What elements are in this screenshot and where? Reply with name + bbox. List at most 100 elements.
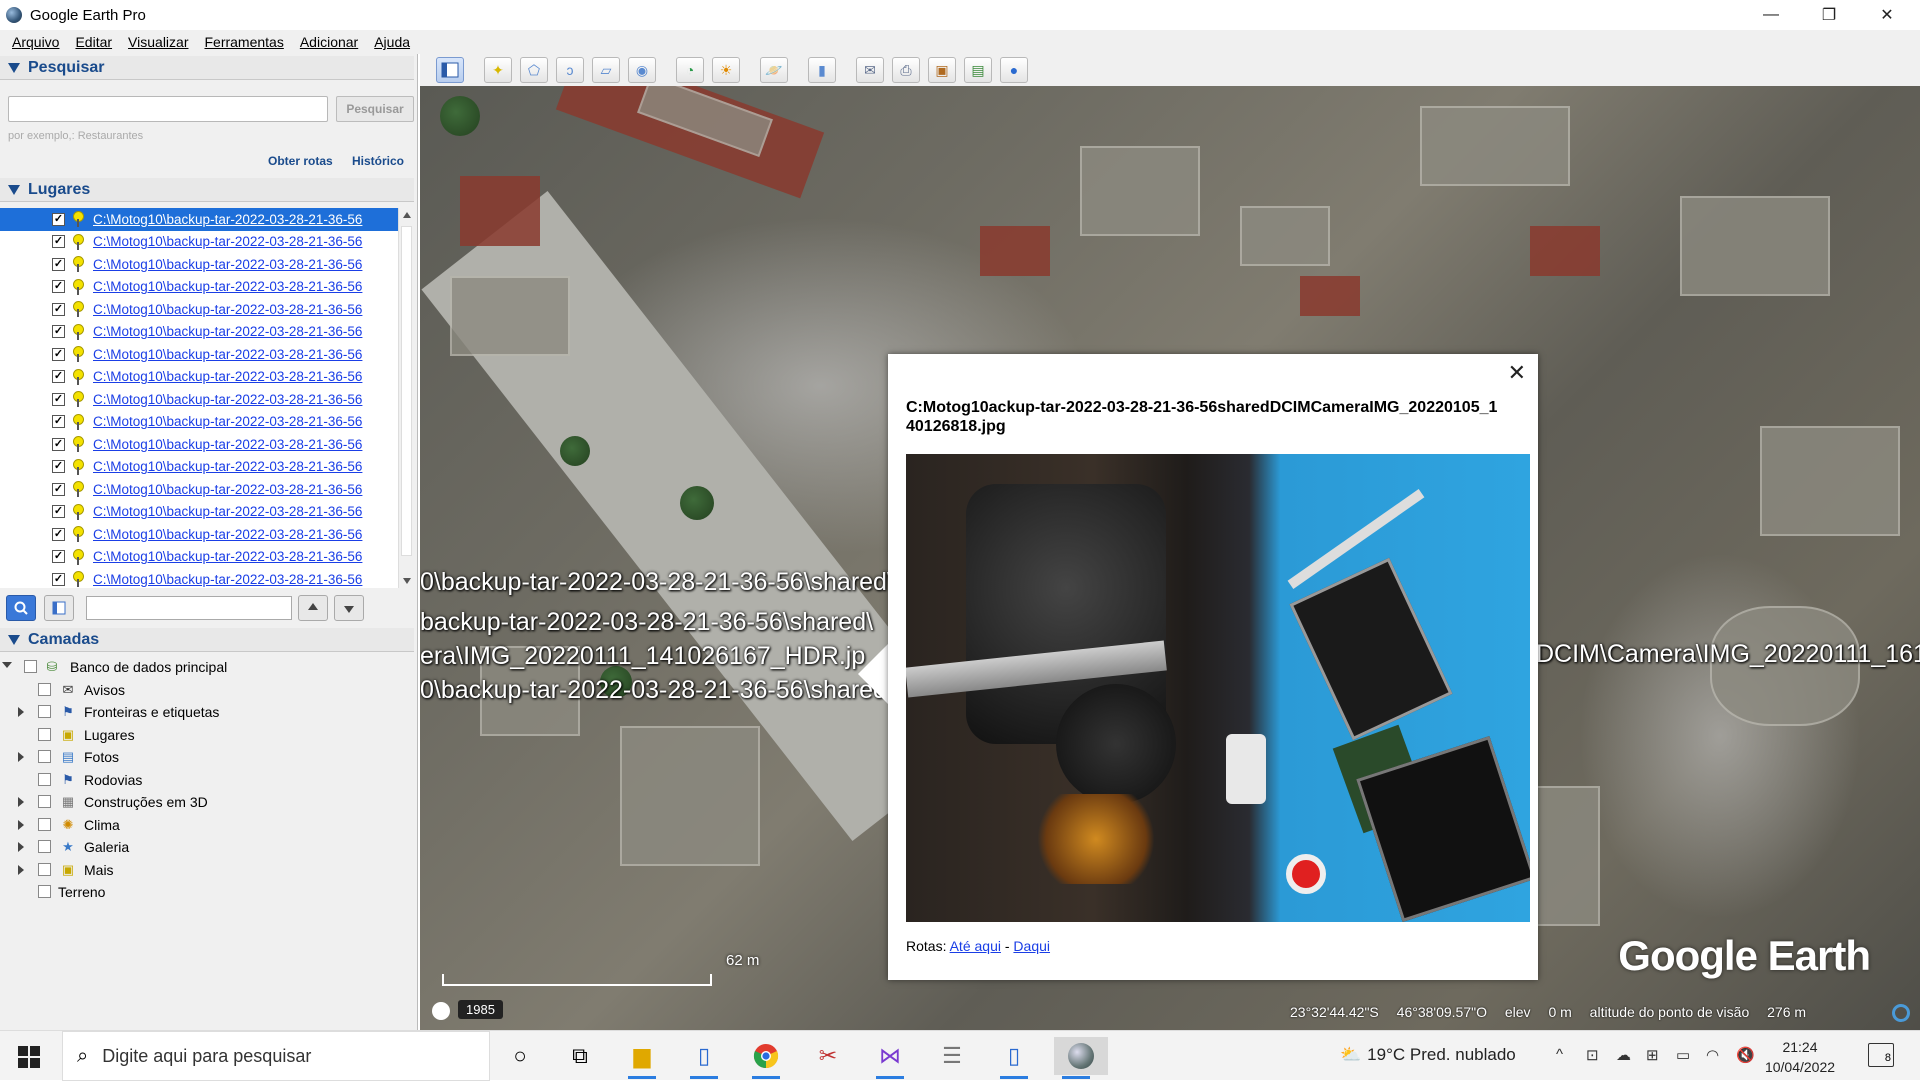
layer-item[interactable]: ⚑ Rodovias bbox=[0, 769, 414, 792]
place-link[interactable]: C:\Motog10\backup-tar-2022-03-28-21-36-5… bbox=[93, 324, 391, 339]
switch-planet-button[interactable]: 🪐 bbox=[760, 57, 788, 83]
layer-checkbox[interactable] bbox=[38, 885, 51, 898]
show-panel-button[interactable] bbox=[44, 595, 74, 621]
place-link[interactable]: C:\Motog10\backup-tar-2022-03-28-21-36-5… bbox=[93, 572, 391, 587]
place-checkbox[interactable]: ✓ bbox=[52, 505, 65, 519]
place-link[interactable]: C:\Motog10\backup-tar-2022-03-28-21-36-5… bbox=[93, 279, 391, 294]
add-path-button[interactable]: ↄ bbox=[556, 57, 584, 83]
add-overlay-button[interactable]: ▱ bbox=[592, 57, 620, 83]
place-item[interactable]: ✓ C:\Motog10\backup-tar-2022-03-28-21-36-… bbox=[0, 253, 414, 276]
place-item[interactable]: ✓ C:\Motog10\backup-tar-2022-03-28-21-36-… bbox=[0, 568, 414, 588]
place-link[interactable]: C:\Motog10\backup-tar-2022-03-28-21-36-5… bbox=[93, 482, 391, 497]
search-input[interactable] bbox=[8, 96, 328, 122]
directions-from-here-link[interactable]: Daqui bbox=[1013, 938, 1050, 954]
layer-item[interactable]: ★ Galeria bbox=[0, 836, 414, 859]
place-item[interactable]: ✓ C:\Motog10\backup-tar-2022-03-28-21-36-… bbox=[0, 456, 414, 479]
place-checkbox[interactable]: ✓ bbox=[52, 280, 65, 294]
place-link[interactable]: C:\Motog10\backup-tar-2022-03-28-21-36-5… bbox=[93, 302, 391, 317]
layer-checkbox[interactable] bbox=[38, 772, 51, 786]
expand-right-icon[interactable] bbox=[18, 819, 24, 830]
place-item[interactable]: ✓ C:\Motog10\backup-tar-2022-03-28-21-36-… bbox=[0, 366, 414, 389]
place-item[interactable]: ✓ C:\Motog10\backup-tar-2022-03-28-21-36-… bbox=[0, 231, 414, 254]
search-panel-header[interactable]: Pesquisar bbox=[0, 56, 414, 80]
save-image-button[interactable]: ▣ bbox=[928, 57, 956, 83]
layer-item[interactable]: Terreno bbox=[0, 881, 414, 904]
earth-view-button[interactable]: ● bbox=[1000, 57, 1028, 83]
expand-right-icon[interactable] bbox=[18, 797, 24, 807]
close-balloon-button[interactable]: ✕ bbox=[1508, 360, 1526, 386]
places-panel-header[interactable]: Lugares bbox=[0, 178, 414, 202]
place-link[interactable]: C:\Motog10\backup-tar-2022-03-28-21-36-5… bbox=[93, 414, 391, 429]
place-checkbox[interactable]: ✓ bbox=[52, 257, 65, 271]
scroll-down-arrow-icon[interactable] bbox=[403, 578, 411, 584]
place-link[interactable]: C:\Motog10\backup-tar-2022-03-28-21-36-5… bbox=[93, 504, 391, 519]
get-directions-link[interactable]: Obter rotas bbox=[268, 154, 333, 168]
record-tour-button[interactable]: ◉ bbox=[628, 57, 656, 83]
place-checkbox[interactable]: ✓ bbox=[52, 325, 65, 339]
layer-checkbox[interactable] bbox=[38, 750, 51, 763]
move-down-button[interactable] bbox=[334, 595, 364, 621]
place-checkbox[interactable]: ✓ bbox=[52, 437, 65, 451]
place-link[interactable]: C:\Motog10\backup-tar-2022-03-28-21-36-5… bbox=[93, 347, 391, 362]
menu-ajuda[interactable]: Ajuda bbox=[366, 34, 418, 50]
place-link[interactable]: C:\Motog10\backup-tar-2022-03-28-21-36-5… bbox=[93, 212, 391, 227]
layer-checkbox[interactable] bbox=[24, 660, 37, 673]
place-item[interactable]: ✓ C:\Motog10\backup-tar-2022-03-28-21-36-… bbox=[0, 388, 414, 411]
place-checkbox[interactable]: ✓ bbox=[52, 370, 65, 384]
taskbar-search[interactable]: ⌕ Digite aqui para pesquisar bbox=[62, 1031, 490, 1081]
layer-checkbox[interactable] bbox=[38, 705, 51, 718]
layer-item[interactable]: ⛁ Banco de dados principal bbox=[0, 656, 414, 679]
place-item[interactable]: ✓ C:\Motog10\backup-tar-2022-03-28-21-36-… bbox=[0, 411, 414, 434]
menu-visualizar[interactable]: Visualizar bbox=[120, 34, 196, 50]
place-item[interactable]: ✓ C:\Motog10\backup-tar-2022-03-28-21-36-… bbox=[0, 546, 414, 569]
place-item[interactable]: ✓ C:\Motog10\backup-tar-2022-03-28-21-36-… bbox=[0, 208, 414, 231]
search-places-button[interactable] bbox=[6, 595, 36, 621]
place-checkbox[interactable]: ✓ bbox=[52, 235, 65, 249]
places-filter-input[interactable] bbox=[86, 596, 292, 620]
volume-muted-icon[interactable]: 🔇 bbox=[1736, 1046, 1755, 1064]
history-link[interactable]: Histórico bbox=[352, 154, 404, 168]
navigation-ring-icon[interactable] bbox=[1892, 1004, 1910, 1022]
places-scrollbar[interactable] bbox=[398, 208, 414, 588]
expand-down-icon[interactable] bbox=[2, 662, 12, 668]
place-link[interactable]: C:\Motog10\backup-tar-2022-03-28-21-36-5… bbox=[93, 549, 391, 564]
place-checkbox[interactable]: ✓ bbox=[52, 347, 65, 361]
place-checkbox[interactable]: ✓ bbox=[52, 482, 65, 496]
place-item[interactable]: ✓ C:\Motog10\backup-tar-2022-03-28-21-36-… bbox=[0, 433, 414, 456]
layer-item[interactable]: ✉ Avisos bbox=[0, 679, 414, 702]
google-earth-taskbar-icon[interactable] bbox=[1054, 1037, 1108, 1079]
add-placemark-button[interactable]: ✦ bbox=[484, 57, 512, 83]
phone-app-icon[interactable]: ▯ bbox=[992, 1037, 1036, 1079]
placemark-label[interactable]: 0\backup-tar-2022-03-28-21-36-56\shared bbox=[420, 676, 887, 705]
layer-item[interactable]: ⚑ Fronteiras e etiquetas bbox=[0, 701, 414, 724]
notifications-icon[interactable]: 8 bbox=[1868, 1043, 1894, 1067]
expand-right-icon[interactable] bbox=[18, 842, 24, 852]
snipping-tool-icon[interactable]: ✂ bbox=[806, 1037, 850, 1075]
place-link[interactable]: C:\Motog10\backup-tar-2022-03-28-21-36-5… bbox=[93, 527, 391, 542]
historical-imagery-icon[interactable] bbox=[432, 1002, 450, 1020]
historical-imagery-button[interactable]: ◔ bbox=[676, 57, 704, 83]
place-checkbox[interactable]: ✓ bbox=[52, 550, 65, 564]
place-link[interactable]: C:\Motog10\backup-tar-2022-03-28-21-36-5… bbox=[93, 459, 391, 474]
layer-checkbox[interactable] bbox=[38, 862, 51, 876]
place-item[interactable]: ✓ C:\Motog10\backup-tar-2022-03-28-21-36-… bbox=[0, 321, 414, 344]
view-in-maps-button[interactable]: ▤ bbox=[964, 57, 992, 83]
place-checkbox[interactable]: ✓ bbox=[52, 212, 65, 226]
close-button[interactable]: ✕ bbox=[1858, 0, 1916, 30]
chrome-icon[interactable] bbox=[744, 1037, 788, 1079]
place-link[interactable]: C:\Motog10\backup-tar-2022-03-28-21-36-5… bbox=[93, 234, 391, 249]
place-checkbox[interactable]: ✓ bbox=[52, 415, 65, 429]
expand-right-icon[interactable] bbox=[18, 707, 24, 717]
wifi-icon[interactable]: ◠ bbox=[1706, 1046, 1719, 1064]
cortana-icon[interactable]: ○ bbox=[498, 1037, 542, 1075]
placemark-label[interactable]: backup-tar-2022-03-28-21-36-56\shared\ bbox=[420, 608, 873, 637]
placemark-label[interactable]: era\IMG_20220111_141026167_HDR.jp bbox=[420, 642, 865, 671]
layer-item[interactable]: ▣ Lugares bbox=[0, 724, 414, 747]
place-checkbox[interactable]: ✓ bbox=[52, 460, 65, 474]
windows-start-icon[interactable] bbox=[18, 1046, 40, 1068]
menu-arquivo[interactable]: Arquivo bbox=[4, 34, 67, 50]
database-app-icon[interactable]: ☰ bbox=[930, 1037, 974, 1075]
file-explorer-icon[interactable]: ▆ bbox=[620, 1037, 664, 1079]
place-checkbox[interactable]: ✓ bbox=[52, 527, 65, 541]
place-link[interactable]: C:\Motog10\backup-tar-2022-03-28-21-36-5… bbox=[93, 437, 391, 452]
